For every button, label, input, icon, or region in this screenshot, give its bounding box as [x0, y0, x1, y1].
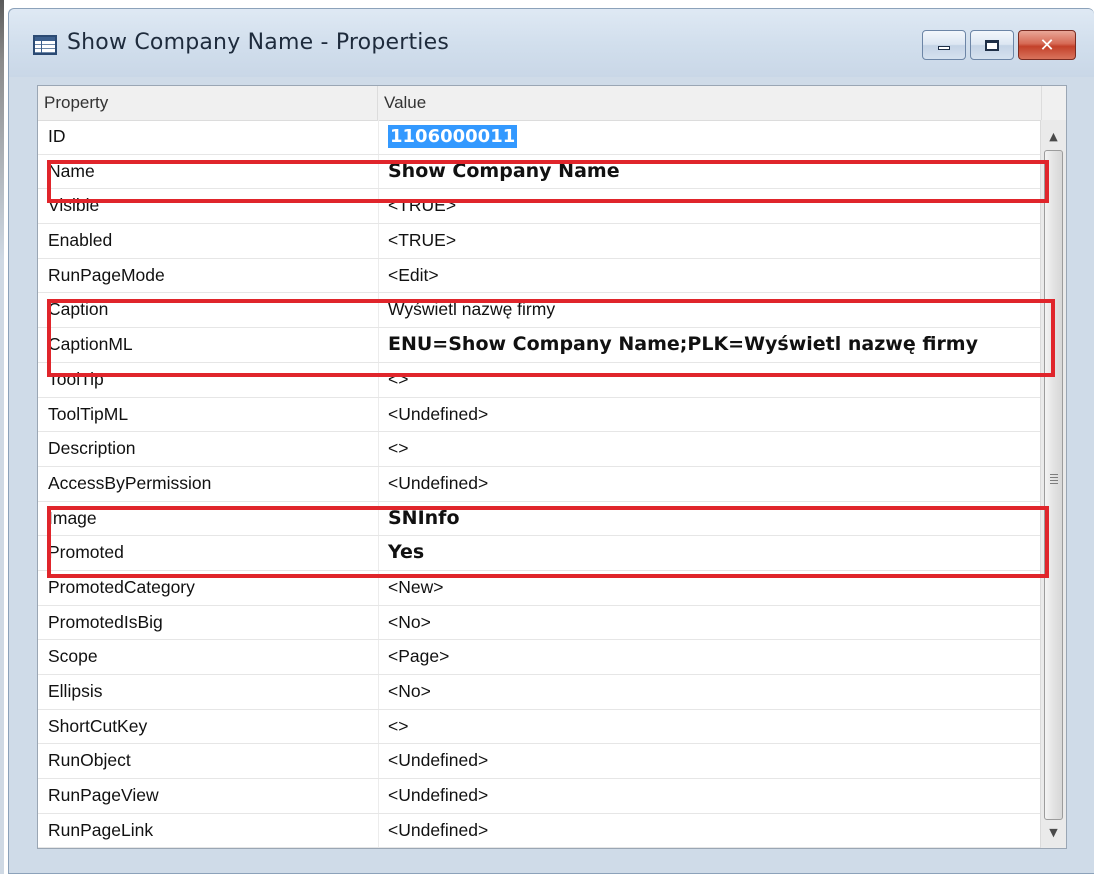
property-value[interactable]: Show Company Name	[388, 155, 1038, 189]
grid-header: Property Value	[38, 86, 1066, 121]
property-name: RunPageView	[48, 785, 159, 806]
scroll-up-arrow-icon[interactable]: ▲	[1041, 122, 1066, 150]
property-name: AccessByPermission	[48, 472, 212, 493]
property-name: Description	[48, 438, 136, 459]
property-value[interactable]: <>	[388, 710, 1038, 744]
table-row[interactable]: PromotedIsBig <No>	[38, 606, 1042, 641]
property-name: RunPageMode	[48, 264, 165, 285]
property-rows: ID 1106000011 Name Show Company Name Visible…	[38, 120, 1042, 849]
scrollbar-thumb[interactable]	[1044, 150, 1063, 820]
properties-window: Show Company Name - Properties ✕ Propert…	[8, 8, 1094, 874]
grip-icon	[1050, 474, 1058, 484]
property-value[interactable]: <TRUE>	[388, 189, 1038, 223]
table-row[interactable]: Name Show Company Name	[38, 155, 1042, 190]
property-name: Name	[48, 160, 95, 181]
property-value[interactable]: ENU=Show Company Name;PLK=Wyświetl nazwę…	[388, 328, 1038, 362]
property-value[interactable]: <Page>	[388, 640, 1038, 674]
property-value[interactable]: <>	[388, 363, 1038, 397]
column-header-value[interactable]: Value	[378, 86, 1042, 120]
table-row[interactable]: Scope <Page>	[38, 640, 1042, 675]
property-value[interactable]: <No>	[388, 606, 1038, 640]
background-edge	[0, 0, 4, 874]
table-row[interactable]: Ellipsis <No>	[38, 675, 1042, 710]
property-name: PromotedCategory	[48, 576, 195, 597]
close-icon: ✕	[1039, 34, 1055, 56]
table-icon	[33, 35, 57, 55]
properties-grid: Property Value ID 1106000011 Name Show Comp…	[37, 85, 1067, 849]
property-name: Visible	[48, 195, 100, 216]
table-row[interactable]: ToolTip <>	[38, 363, 1042, 398]
property-name: ID	[48, 126, 66, 146]
property-name: ToolTip	[48, 368, 104, 389]
table-row[interactable]: PromotedCategory <New>	[38, 571, 1042, 606]
table-row[interactable]: AccessByPermission <Undefined>	[38, 467, 1042, 502]
property-name: RunPageLink	[48, 819, 154, 840]
table-row[interactable]: RunObject <Undefined>	[38, 744, 1042, 780]
table-row[interactable]: RunPageLink <Undefined>	[38, 814, 1042, 849]
close-button[interactable]: ✕	[1018, 30, 1076, 60]
property-name: Promoted	[48, 542, 124, 563]
title-bar[interactable]: Show Company Name - Properties ✕	[9, 9, 1094, 77]
vertical-scrollbar[interactable]: ▲ ▼	[1040, 120, 1066, 848]
property-name: Caption	[48, 299, 109, 320]
table-row[interactable]: Description <>	[38, 432, 1042, 467]
property-value[interactable]: <New>	[388, 571, 1038, 605]
window-title: Show Company Name - Properties	[67, 30, 450, 55]
property-name: ShortCutKey	[48, 715, 148, 736]
property-name: CaptionML	[48, 334, 133, 355]
table-row[interactable]: ID 1106000011	[38, 120, 1042, 155]
property-value[interactable]: <Undefined>	[388, 467, 1038, 501]
minimize-button[interactable]	[922, 30, 966, 60]
table-row[interactable]: ShortCutKey <>	[38, 710, 1042, 745]
table-row[interactable]: ToolTipML <Undefined>	[38, 398, 1042, 433]
property-name: Ellipsis	[48, 681, 103, 701]
table-row[interactable]: Image SNInfo	[38, 502, 1042, 537]
property-value[interactable]: SNInfo	[388, 502, 1038, 536]
property-name: Scope	[48, 646, 98, 667]
table-row[interactable]: RunPageView <Undefined>	[38, 779, 1042, 814]
selected-value[interactable]: 1106000011	[388, 125, 518, 148]
property-name: RunObject	[48, 750, 131, 771]
property-name: Enabled	[48, 230, 113, 251]
property-value[interactable]: Wyświetl nazwę firmy	[388, 293, 1038, 327]
table-row[interactable]: RunPageMode <Edit>	[38, 259, 1042, 294]
column-header-property[interactable]: Property	[38, 86, 378, 120]
property-value[interactable]: <No>	[388, 675, 1038, 709]
property-value[interactable]: <Undefined>	[388, 398, 1038, 432]
minimize-icon	[938, 46, 950, 50]
window-controls: ✕	[922, 30, 1076, 60]
table-row[interactable]: Promoted Yes	[38, 536, 1042, 571]
table-row[interactable]: Caption Wyświetl nazwę firmy	[38, 293, 1042, 329]
maximize-button[interactable]	[970, 30, 1014, 60]
property-value[interactable]: <>	[388, 432, 1038, 466]
property-name: ToolTipML	[48, 403, 129, 424]
property-name: PromotedIsBig	[48, 611, 163, 632]
property-value[interactable]: <Undefined>	[388, 744, 1038, 778]
scroll-down-arrow-icon[interactable]: ▼	[1041, 818, 1066, 846]
property-name: Image	[48, 507, 97, 528]
property-value[interactable]: <Undefined>	[388, 814, 1038, 848]
table-row[interactable]: Enabled <TRUE>	[38, 224, 1042, 259]
property-value[interactable]: Yes	[388, 536, 1038, 570]
maximize-icon	[985, 39, 999, 51]
table-row[interactable]: CaptionML ENU=Show Company Name;PLK=Wyświ…	[38, 328, 1042, 363]
property-value[interactable]: <Edit>	[388, 259, 1038, 293]
property-value[interactable]: <TRUE>	[388, 224, 1038, 258]
property-value[interactable]: <Undefined>	[388, 779, 1038, 813]
table-row[interactable]: Visible <TRUE>	[38, 189, 1042, 225]
property-value[interactable]: 1106000011	[388, 120, 1038, 154]
